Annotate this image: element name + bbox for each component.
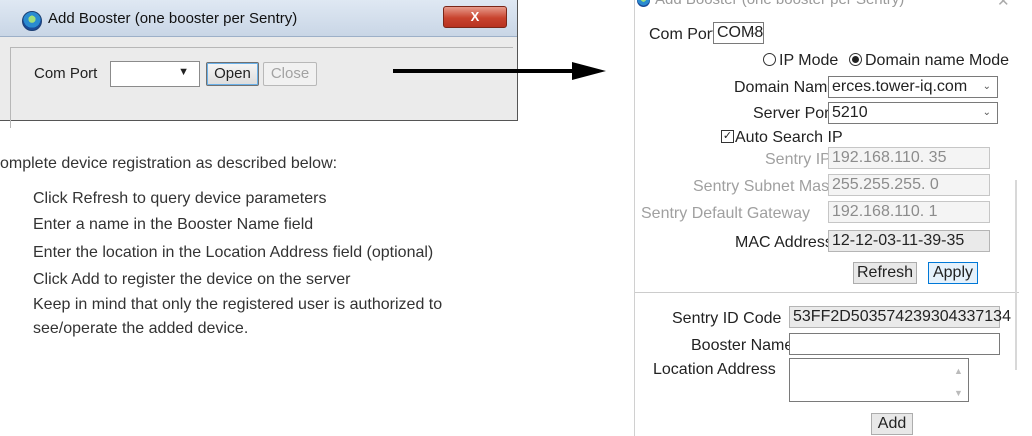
big-dialog-title: Add Booster (one booster per Sentry) (655, 0, 904, 8)
apply-button[interactable]: Apply (928, 262, 978, 284)
domain-mode-label: Domain name Mode (865, 52, 1010, 69)
ip-mode-radio[interactable] (763, 53, 776, 66)
sentry-id-field[interactable]: 53FF2D503574239304337134 (789, 306, 1011, 328)
location-address-input[interactable]: ▲ ▼ (789, 358, 969, 402)
instruction-step: Click Refresh to query device parameters (33, 190, 327, 207)
chevron-down-icon: ⌄ (982, 81, 991, 92)
sentry-ip-field[interactable]: 192.168.110. 35 (828, 147, 990, 169)
instruction-step: Keep in mind that only the registered us… (33, 296, 443, 313)
small-dialog-body: Com Port ▼ Open Close (0, 37, 517, 128)
add-button[interactable]: Add (871, 413, 913, 435)
chevron-down-icon: ⌄ (748, 27, 757, 38)
com-port-label: Com Port (649, 26, 717, 43)
side-edge (1015, 180, 1017, 370)
instructions-intro: omplete device registration as described… (0, 155, 338, 172)
auto-search-label: Auto Search IP (735, 129, 843, 146)
small-dialog-titlebar: Add Booster (one booster per Sentry) X (0, 0, 517, 37)
com-port-label: Com Port (34, 65, 98, 82)
domain-name-value: erces.tower-iq.com (832, 78, 968, 95)
com-port-select[interactable]: ▼ (110, 61, 200, 87)
app-icon (22, 11, 42, 31)
location-address-label: Location Address (653, 361, 776, 378)
pointer-arrow-icon (572, 62, 606, 80)
chevron-down-icon: ⌄ (982, 107, 991, 118)
small-dialog-title: Add Booster (one booster per Sentry) (48, 10, 298, 27)
dropdown-arrow-icon: ▼ (178, 66, 189, 78)
server-port-select[interactable]: 5210 ⌄ (828, 102, 998, 124)
divider (635, 292, 1019, 293)
open-button[interactable]: Open (206, 62, 259, 86)
sentry-gateway-label: Sentry Default Gateway (641, 205, 810, 222)
sentry-id-label: Sentry ID Code (672, 310, 782, 327)
small-dialog-window: Add Booster (one booster per Sentry) X C… (0, 0, 518, 128)
big-dialog-titlebar: Add Booster (one booster per Sentry) ✕ (635, 0, 1019, 10)
instruction-step: see/operate the added device. (33, 320, 249, 337)
mac-address-field[interactable]: 12-12-03-11-39-35 (828, 230, 990, 252)
app-icon (637, 0, 650, 7)
server-port-label: Server Port (753, 105, 834, 122)
domain-mode-radio[interactable] (849, 53, 862, 66)
close-icon[interactable]: ✕ (997, 0, 1010, 10)
sentry-ip-label: Sentry IP (765, 151, 831, 168)
scroll-down-icon[interactable]: ▼ (954, 383, 963, 403)
close-button[interactable]: Close (263, 62, 317, 86)
sentry-subnet-label: Sentry Subnet Mask (693, 178, 838, 195)
refresh-button[interactable]: Refresh (853, 262, 917, 284)
mac-address-label: MAC Address (735, 234, 833, 251)
instruction-step: Enter the location in the Location Addre… (33, 244, 434, 261)
ip-mode-label: IP Mode (779, 52, 839, 69)
instruction-step: Enter a name in the Booster Name field (33, 216, 314, 233)
server-port-value: 5210 (832, 104, 868, 121)
sentry-gateway-field[interactable]: 192.168.110. 1 (828, 201, 990, 223)
add-booster-dialog: Add Booster (one booster per Sentry) ✕ C… (634, 0, 1019, 436)
domain-name-select[interactable]: erces.tower-iq.com ⌄ (828, 76, 998, 98)
com-port-select[interactable]: COM8 ⌄ (713, 22, 764, 44)
booster-name-input[interactable] (789, 333, 1000, 355)
instruction-step: Click Add to register the device on the … (33, 271, 351, 288)
close-window-button[interactable]: X (443, 6, 507, 28)
scroll-up-icon[interactable]: ▲ (954, 361, 963, 381)
pointer-arrow-shaft (393, 69, 573, 73)
booster-name-label: Booster Name (691, 337, 794, 354)
group-box (10, 47, 513, 128)
auto-search-checkbox[interactable]: ✓ (721, 130, 734, 143)
sentry-subnet-field[interactable]: 255.255.255. 0 (828, 174, 990, 196)
domain-name-label: Domain Name (734, 79, 837, 96)
